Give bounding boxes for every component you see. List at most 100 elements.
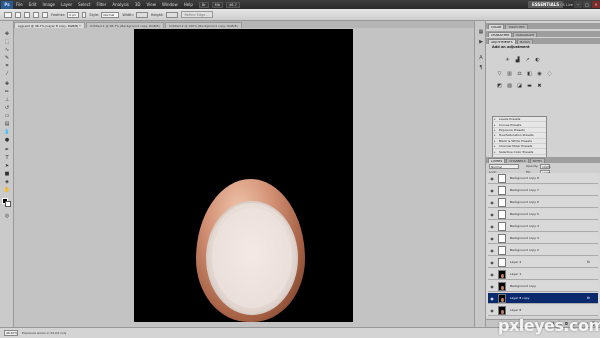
tab-adjustments[interactable]: ADJUSTMENTS xyxy=(488,39,516,44)
visibility-eye-icon[interactable]: ◉ xyxy=(488,210,496,218)
close-icon[interactable]: × xyxy=(592,1,600,8)
style-select[interactable]: Normal xyxy=(101,11,120,18)
tab-swatches[interactable]: SWATCHES xyxy=(505,24,528,29)
document-canvas[interactable] xyxy=(134,29,353,322)
visibility-eye-icon[interactable]: ◉ xyxy=(488,186,496,194)
move-tool-icon[interactable]: ✥ xyxy=(3,31,11,37)
cs-live-button[interactable]: CS Live xyxy=(560,1,573,8)
hue-saturation-icon[interactable]: ▥ xyxy=(506,71,513,77)
opacity-input[interactable]: 100% xyxy=(540,164,551,169)
type-tool-icon[interactable]: T xyxy=(3,155,11,161)
menu-filter[interactable]: Filter xyxy=(93,2,109,7)
intersect-selection-icon[interactable] xyxy=(42,11,48,18)
visibility-eye-icon[interactable]: ◉ xyxy=(488,174,496,182)
bridge-button[interactable]: Br xyxy=(198,1,209,8)
layer-row-selected[interactable]: ◉ Layer 8 copy fx xyxy=(488,293,598,305)
tab-color[interactable]: COLOR xyxy=(488,24,505,29)
subtract-selection-icon[interactable] xyxy=(33,11,39,18)
add-selection-icon[interactable] xyxy=(24,11,30,18)
new-selection-icon[interactable] xyxy=(15,11,21,18)
visibility-eye-icon[interactable]: ◉ xyxy=(488,294,496,302)
preset-selective-color[interactable]: Selective Color Presets xyxy=(493,149,546,155)
menu-3d[interactable]: 3D xyxy=(132,2,144,7)
visibility-eye-icon[interactable]: ◉ xyxy=(488,306,496,314)
visibility-eye-icon[interactable]: ◉ xyxy=(488,258,496,266)
visibility-eye-icon[interactable]: ◉ xyxy=(488,282,496,290)
tab-paths[interactable]: PATHS xyxy=(529,158,546,163)
visibility-eye-icon[interactable]: ◉ xyxy=(488,198,496,206)
menu-analysis[interactable]: Analysis xyxy=(109,2,131,7)
3d-rotate-tool-icon[interactable]: ◈ xyxy=(3,179,11,185)
anti-alias-checkbox[interactable] xyxy=(82,11,87,18)
visibility-eye-icon[interactable]: ◉ xyxy=(488,222,496,230)
threshold-icon[interactable]: ◪ xyxy=(516,83,523,89)
healing-brush-tool-icon[interactable]: ✚ xyxy=(3,81,11,87)
maximize-icon[interactable]: □ xyxy=(583,1,591,8)
layer-row[interactable]: ◉ Background copy xyxy=(488,281,598,293)
curves-icon[interactable]: ↗ xyxy=(524,57,531,63)
width-input[interactable] xyxy=(135,11,148,18)
brightness-contrast-icon[interactable]: ☀ xyxy=(504,57,511,63)
visibility-eye-icon[interactable]: ◉ xyxy=(488,270,496,278)
gradient-map-icon[interactable]: ▬ xyxy=(526,83,533,89)
path-select-tool-icon[interactable]: ➤ xyxy=(3,163,11,169)
history-panel-icon[interactable]: ▦ xyxy=(477,29,485,35)
eyedropper-tool-icon[interactable]: ⁄ xyxy=(3,71,11,77)
pen-tool-icon[interactable]: ✒ xyxy=(3,147,11,153)
visibility-eye-icon[interactable]: ◉ xyxy=(488,246,496,254)
crop-tool-icon[interactable]: ⌗ xyxy=(3,63,11,69)
layer-row[interactable]: ◉ Background copy 3 xyxy=(488,233,598,245)
marquee-tool-icon[interactable]: ⬚ xyxy=(3,39,11,45)
layer-row[interactable]: ◉ Background copy 6 xyxy=(488,197,598,209)
layer-row[interactable]: ◉ Layer 1 xyxy=(488,269,598,281)
layer-row[interactable]: ◉ Layer 8 xyxy=(488,305,598,317)
lasso-tool-icon[interactable]: ∿ xyxy=(3,47,11,53)
background-color-swatch[interactable] xyxy=(5,201,11,207)
photo-filter-icon[interactable]: ◉ xyxy=(536,71,543,77)
layer-effects-icon[interactable]: fx xyxy=(587,296,590,300)
menu-image[interactable]: Image xyxy=(39,2,58,7)
tab-masks[interactable]: MASKS xyxy=(516,39,534,44)
dodge-tool-icon[interactable]: ● xyxy=(3,137,11,143)
brush-tool-icon[interactable]: ✏ xyxy=(3,89,11,95)
layer-row[interactable]: ◉ Background copy 5 xyxy=(488,209,598,221)
mini-bridge-button[interactable]: Mb xyxy=(211,1,223,8)
eraser-tool-icon[interactable]: ▭ xyxy=(3,113,11,119)
blend-mode-select[interactable]: Normal xyxy=(489,164,519,169)
layer-row[interactable]: ◉ Background copy 2 xyxy=(488,245,598,257)
invert-icon[interactable]: ◩ xyxy=(496,83,503,89)
menu-edit[interactable]: Edit xyxy=(26,2,40,7)
posterize-icon[interactable]: ▨ xyxy=(506,83,513,89)
menu-view[interactable]: View xyxy=(144,2,160,7)
height-input[interactable] xyxy=(165,11,178,18)
gradient-tool-icon[interactable]: ▤ xyxy=(3,121,11,127)
channel-mixer-icon[interactable]: ◌ xyxy=(546,71,553,77)
layer-row[interactable]: ◉ Background copy 8 xyxy=(488,173,598,185)
minimize-icon[interactable]: – xyxy=(574,1,582,8)
layer-row[interactable]: ◉ Layer 2 fx xyxy=(488,257,598,269)
status-zoom-input[interactable]: 46.67% xyxy=(4,330,18,336)
tab-paragraph[interactable]: PARAGRAPH xyxy=(513,32,538,37)
vibrance-icon[interactable]: ▽ xyxy=(496,71,503,77)
blur-tool-icon[interactable]: 💧 xyxy=(3,129,11,135)
quick-select-tool-icon[interactable]: ✎ xyxy=(3,55,11,61)
quick-mask-icon[interactable]: ◎ xyxy=(3,213,11,219)
menu-help[interactable]: Help xyxy=(181,2,196,7)
actions-panel-icon[interactable]: ▶ xyxy=(477,39,485,45)
selective-color-icon[interactable]: ✖ xyxy=(536,83,543,89)
feather-input[interactable]: 0 px xyxy=(67,11,80,18)
color-balance-icon[interactable]: ⚖ xyxy=(516,71,523,77)
refine-edge-button[interactable]: Refine Edge... xyxy=(180,11,213,18)
menu-layer[interactable]: Layer xyxy=(58,2,75,7)
layer-row[interactable]: ◉ Background copy 4 xyxy=(488,221,598,233)
shape-tool-icon[interactable]: ■ xyxy=(3,171,11,177)
exposure-icon[interactable]: ◐ xyxy=(534,57,541,63)
hand-tool-icon[interactable]: ✋ xyxy=(3,187,11,193)
tab-channels[interactable]: CHANNELS xyxy=(506,158,529,163)
zoom-level-button[interactable]: 46.7 xyxy=(226,1,240,8)
paragraph-panel-icon[interactable]: ¶ xyxy=(477,65,485,71)
tab-layers[interactable]: LAYERS xyxy=(488,158,506,163)
clone-stamp-tool-icon[interactable]: ⊥ xyxy=(3,97,11,103)
layer-row[interactable]: ◉ Background copy 7 xyxy=(488,185,598,197)
menu-file[interactable]: File xyxy=(13,2,26,7)
